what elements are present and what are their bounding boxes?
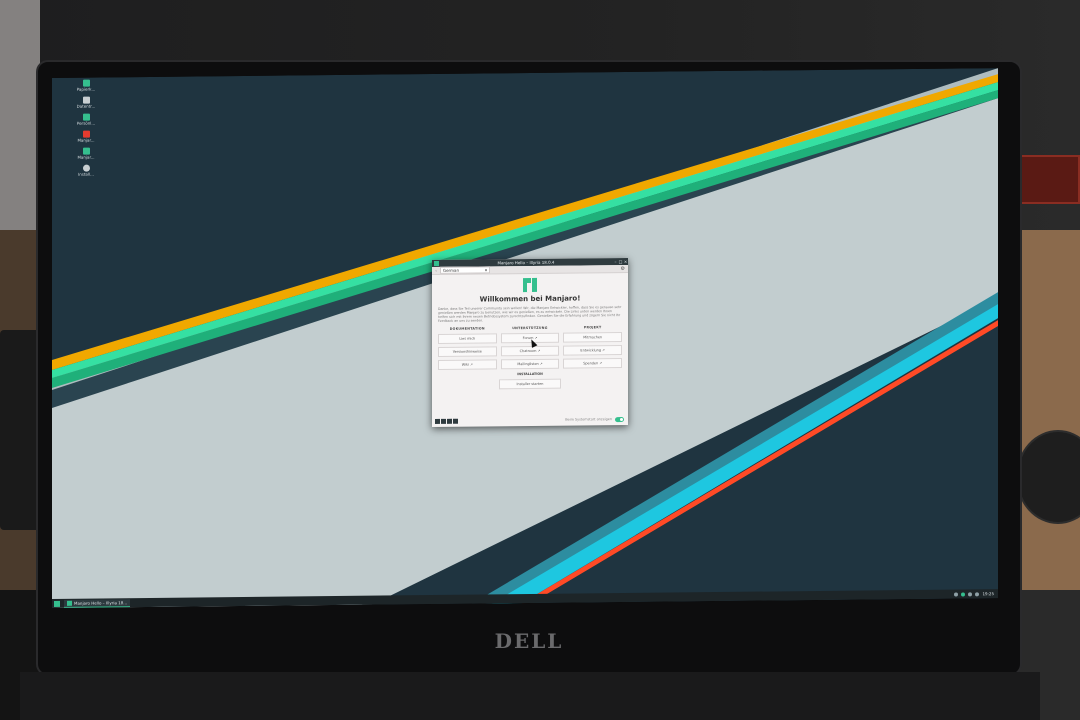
wiki-button[interactable]: Wiki ↗ (438, 359, 497, 370)
development-button[interactable]: Entwicklung ↗ (563, 345, 622, 356)
back-arrow-icon[interactable]: ‹ (432, 268, 440, 273)
desktop-icon-label: Persönl... (76, 120, 96, 126)
language-select[interactable]: German ▾ (440, 266, 490, 274)
desktop-icon-drive[interactable]: Datentr... (68, 96, 104, 113)
desktop-icon-pdf[interactable]: Manjar... (68, 130, 104, 147)
desktop-icons: Papierk... Datentr... Persönl... Manjar.… (68, 79, 104, 181)
participate-button[interactable]: Mitmachen (563, 332, 622, 343)
column-heading-documentation: DOKUMENTATION (449, 326, 485, 331)
welcome-heading: Willkommen bei Manjaro! (479, 294, 581, 304)
chevron-down-icon: ▾ (484, 267, 487, 273)
startup-label: Beim Systemstart anzeigen (565, 417, 612, 422)
reddit-icon[interactable] (453, 418, 458, 424)
laptop-screen: Papierk... Datentr... Persönl... Manjar.… (52, 68, 998, 608)
desktop-icon-label: Manjar... (77, 137, 95, 143)
laptop-base (20, 672, 1040, 720)
social-links (435, 418, 458, 424)
taskbar-task-label: Manjaro Hello – Illyria 18... (74, 599, 128, 606)
window-footer: Beim Systemstart anzeigen (432, 416, 628, 424)
column-heading-project: PROJEKT (583, 325, 602, 330)
menu-launcher-icon[interactable] (54, 600, 60, 607)
manjaro-logo (523, 277, 537, 293)
installation-heading: INSTALLATION (517, 371, 543, 377)
manjaro-logo-icon (67, 600, 72, 606)
readme-button[interactable]: Lies mich (438, 333, 497, 344)
close-icon[interactable]: × (623, 259, 628, 264)
volume-icon[interactable] (968, 591, 973, 596)
google-plus-icon[interactable] (441, 418, 446, 424)
logo-area (432, 273, 628, 293)
launch-installer-button[interactable]: Installer starten (499, 378, 561, 390)
donate-button[interactable]: Spenden ↗ (563, 358, 622, 369)
system-tray: 19:25 (954, 591, 994, 596)
release-info-button[interactable]: Versionshinweise (438, 346, 497, 357)
desktop-icon-label: Papierk... (76, 86, 96, 92)
language-value: German (443, 267, 460, 273)
battery-icon[interactable] (975, 591, 980, 596)
desktop-icon-home[interactable]: Persönl... (68, 113, 104, 130)
clock[interactable]: 19:25 (982, 591, 994, 596)
intro-text: Danke, dass Sie Teil unserer Community s… (438, 305, 622, 323)
update-icon[interactable] (961, 591, 966, 596)
twitter-icon[interactable] (447, 418, 452, 424)
startup-toggle[interactable] (615, 416, 624, 422)
mailing-lists-button[interactable]: Mailinglisten ↗ (500, 358, 560, 370)
dell-logo: DELL (494, 629, 564, 653)
desktop-icon-installer[interactable]: Install... (68, 164, 104, 181)
wall-background (0, 0, 40, 230)
taskbar-task-manjaro-hello[interactable]: Manjaro Hello – Illyria 18... (64, 598, 131, 608)
link-grid: DOKUMENTATION UNTERSTÜTZUNG PROJEKT Lies… (438, 325, 622, 370)
desktop-icon-label: Datentr... (76, 103, 96, 109)
facebook-icon[interactable] (435, 418, 440, 424)
desktop-icon-label: Install... (78, 171, 94, 177)
column-heading-support: UNTERSTÜTZUNG (512, 325, 548, 331)
desktop-icon-trash[interactable]: Papierk... (68, 79, 104, 96)
chat-button[interactable]: Chatroom ↗ (500, 345, 560, 357)
gear-icon[interactable]: ⚙ (621, 265, 625, 271)
network-icon[interactable] (954, 592, 959, 597)
desktop-icon-label: Manjar... (77, 154, 95, 160)
desktop-icon-network[interactable]: Manjar... (68, 147, 104, 164)
